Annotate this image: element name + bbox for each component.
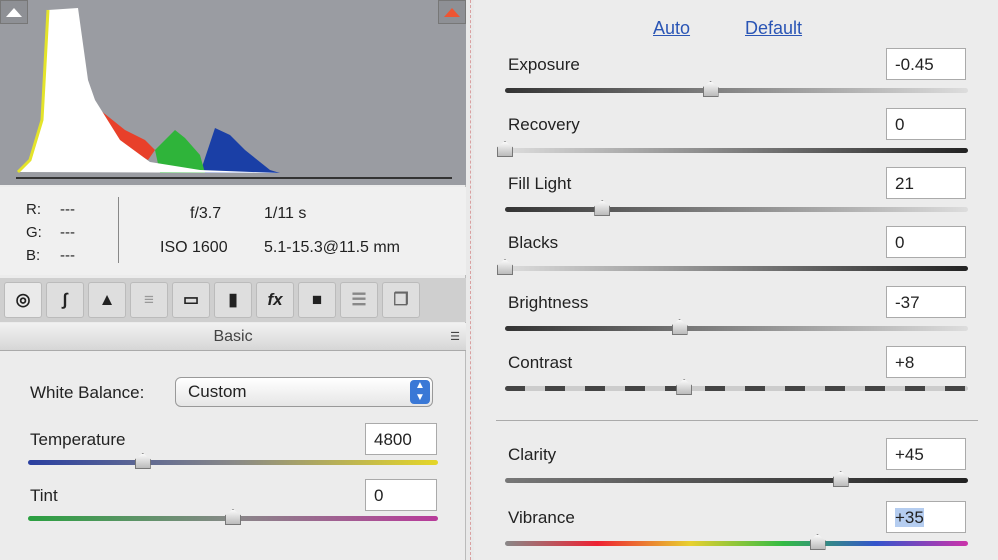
fill-light-input[interactable]: 21	[886, 167, 966, 199]
right-panel: Auto Default Exposure -0.45 Recovery 0 F…	[474, 0, 998, 560]
panel-title: Basic ☰	[0, 323, 466, 351]
tab-tone-curve[interactable]: ∫	[46, 282, 84, 318]
brightness-input[interactable]: -37	[886, 286, 966, 318]
temperature-label: Temperature	[30, 430, 126, 449]
tab-camera-calibration[interactable]: ■	[298, 282, 336, 318]
recovery-slider-thumb[interactable]	[497, 141, 513, 157]
camera-icon: ■	[311, 290, 323, 309]
panel-tabs: ◎ ∫ ▲ ≡ ▭ ▮ fx ■ ☰ ❐	[0, 278, 466, 322]
white-balance-value: Custom	[188, 382, 247, 401]
clarity-value: +45	[895, 445, 924, 464]
split-icon: ▭	[182, 290, 200, 309]
r-value: ---	[60, 201, 75, 218]
b-label: B:	[26, 247, 41, 264]
left-panel: R: --- G: --- B: --- f/3.7 1/11 s ISO 16…	[0, 0, 466, 560]
tab-hsl[interactable]: ≡	[130, 282, 168, 318]
bars-icon: ≡	[144, 290, 154, 309]
vibrance-slider[interactable]	[505, 534, 968, 550]
tab-presets[interactable]: ☰	[340, 282, 378, 318]
tint-input[interactable]: 0	[365, 479, 437, 511]
tab-snapshots[interactable]: ❐	[382, 282, 420, 318]
panel-divider	[470, 0, 471, 560]
contrast-slider-thumb[interactable]	[676, 379, 693, 395]
mountain-icon: ▲	[98, 290, 116, 309]
contrast-slider[interactable]	[505, 379, 968, 395]
fill-light-slider[interactable]	[505, 200, 968, 216]
tint-slider[interactable]	[28, 509, 438, 525]
exposure-slider-thumb[interactable]	[702, 81, 719, 97]
histogram-graph	[16, 8, 452, 179]
tint-slider-thumb[interactable]	[225, 509, 241, 525]
panel-title-text: Basic	[213, 328, 253, 345]
lens-icon: ▮	[228, 290, 238, 309]
contrast-value: +8	[895, 353, 915, 372]
blacks-slider[interactable]	[497, 259, 968, 275]
vibrance-slider-thumb[interactable]	[809, 534, 826, 550]
clarity-slider-thumb[interactable]	[832, 471, 849, 487]
exposure-value: -0.45	[895, 55, 934, 74]
snapshots-icon: ❐	[393, 290, 409, 309]
exposure-input[interactable]: -0.45	[886, 48, 966, 80]
brightness-label: Brightness	[508, 293, 589, 312]
contrast-input[interactable]: +8	[886, 346, 966, 378]
g-value: ---	[60, 224, 75, 241]
recovery-label: Recovery	[508, 115, 580, 134]
info-divider	[118, 197, 119, 263]
tab-detail[interactable]: ▲	[88, 282, 126, 318]
tint-value: 0	[374, 486, 384, 505]
section-divider	[496, 420, 978, 421]
exposure-label: Exposure	[508, 55, 580, 74]
fill-light-label: Fill Light	[508, 174, 572, 193]
contrast-label: Contrast	[508, 353, 573, 372]
vibrance-label: Vibrance	[508, 508, 575, 527]
recovery-slider[interactable]	[497, 141, 968, 157]
blacks-label: Blacks	[508, 233, 559, 252]
iso: ISO 1600	[160, 239, 228, 256]
b-value: ---	[60, 247, 75, 264]
shutter-speed: 1/11 s	[264, 205, 307, 222]
clarity-label: Clarity	[508, 445, 557, 464]
exposure-slider[interactable]	[505, 81, 968, 97]
g-label: G:	[26, 224, 42, 241]
auto-link[interactable]: Auto	[653, 18, 690, 39]
white-balance-label: White Balance:	[30, 383, 145, 402]
clarity-slider[interactable]	[505, 471, 968, 487]
lens: 5.1-15.3@11.5 mm	[264, 239, 401, 256]
brightness-slider[interactable]	[505, 319, 968, 335]
recovery-value: 0	[895, 115, 905, 134]
vibrance-input[interactable]: +35	[886, 501, 966, 533]
temperature-slider-thumb[interactable]	[134, 453, 151, 469]
white-balance-select[interactable]: Custom ▲ ▼	[175, 377, 433, 407]
blacks-value: 0	[895, 233, 905, 252]
temperature-input[interactable]: 4800	[365, 423, 437, 455]
tab-basic[interactable]: ◎	[4, 282, 42, 318]
brightness-value: -37	[895, 293, 920, 312]
tint-label: Tint	[30, 486, 58, 505]
tab-effects[interactable]: fx	[256, 282, 294, 318]
select-arrows-icon: ▲ ▼	[410, 380, 430, 404]
aperture: f/3.7	[190, 205, 222, 222]
brightness-slider-thumb[interactable]	[671, 319, 688, 335]
blacks-slider-thumb[interactable]	[497, 259, 513, 275]
fx-icon: fx	[267, 290, 283, 309]
blacks-input[interactable]: 0	[886, 226, 966, 258]
tab-lens-corrections[interactable]: ▮	[214, 282, 252, 318]
histogram	[0, 0, 466, 185]
presets-icon: ☰	[351, 290, 367, 309]
clarity-input[interactable]: +45	[886, 438, 966, 470]
image-info: R: --- G: --- B: --- f/3.7 1/11 s ISO 16…	[0, 187, 466, 275]
curve-icon: ∫	[62, 290, 68, 309]
fill-light-value: 21	[895, 174, 914, 193]
vibrance-value: +35	[895, 508, 924, 527]
default-link[interactable]: Default	[745, 18, 802, 39]
temperature-value: 4800	[374, 430, 412, 449]
temperature-slider[interactable]	[28, 453, 438, 469]
aperture-icon: ◎	[15, 290, 31, 309]
fill-light-slider-thumb[interactable]	[594, 200, 611, 216]
r-label: R:	[26, 201, 41, 218]
recovery-input[interactable]: 0	[886, 108, 966, 140]
panel-menu-icon[interactable]: ☰	[450, 323, 460, 351]
tab-split-toning[interactable]: ▭	[172, 282, 210, 318]
